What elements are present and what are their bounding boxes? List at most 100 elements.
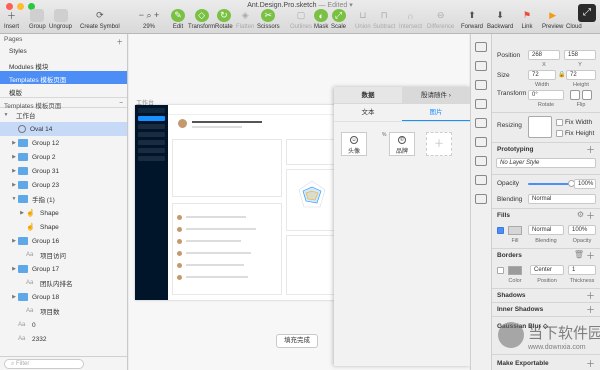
settings-icon[interactable]: [475, 194, 487, 204]
link-button[interactable]: ⚑ Link: [520, 9, 534, 30]
position-y-field[interactable]: 158: [564, 50, 596, 60]
flatten-button[interactable]: ◈ Flatten: [236, 9, 254, 30]
plugin-icon[interactable]: [475, 137, 487, 147]
layer-row[interactable]: Aa 项目访问: [0, 248, 127, 262]
disclosure-closed-icon[interactable]: ▶: [10, 154, 18, 160]
layer-row[interactable]: ☝ Shape: [0, 220, 127, 234]
border-color-swatch[interactable]: [508, 266, 522, 275]
collapse-layers-icon[interactable]: −: [119, 100, 123, 107]
union-button[interactable]: ⊔ Union: [355, 9, 371, 30]
fill-color-swatch[interactable]: [508, 226, 522, 235]
blending-select[interactable]: Normal: [528, 194, 596, 204]
disclosure-closed-icon[interactable]: ▶: [10, 168, 18, 174]
disclosure-closed-icon[interactable]: ▶: [10, 294, 18, 300]
page-item[interactable]: Modules 模块: [0, 58, 127, 71]
border-thickness-field[interactable]: 1: [568, 265, 596, 275]
fix-height-checkbox[interactable]: [556, 130, 563, 137]
artboard-dashboard[interactable]: [135, 105, 342, 300]
scissors-button[interactable]: ✂ Scissors: [257, 9, 280, 30]
avatar-image-tile[interactable]: ☺ 头像: [341, 132, 367, 156]
layer-row[interactable]: ▶ Group 17: [0, 262, 127, 276]
subtract-button[interactable]: ⊓ Subtract: [373, 9, 395, 30]
layer-row[interactable]: ▶ Group 16: [0, 234, 127, 248]
layer-row[interactable]: Aa 项目数: [0, 304, 127, 318]
scale-button[interactable]: ⤢ Scale: [331, 9, 346, 30]
disclosure-open-icon[interactable]: ▼: [2, 112, 10, 118]
symbol-icon[interactable]: [475, 61, 487, 71]
disclosure-closed-icon[interactable]: ▶: [10, 182, 18, 188]
layer-row[interactable]: ▼ 工作台: [0, 108, 127, 122]
align-icon[interactable]: [475, 42, 487, 52]
border-enabled-checkbox[interactable]: [497, 267, 504, 274]
add-prototype-plus-icon[interactable]: ＋: [586, 143, 595, 156]
height-field[interactable]: 72: [566, 70, 596, 80]
layer-style-select[interactable]: No Layer Style: [496, 158, 596, 168]
create-symbol-button[interactable]: ⟳ Create Symbol: [80, 9, 120, 30]
add-page-plus-icon[interactable]: ＋: [117, 36, 124, 46]
layer-row[interactable]: Aa 0: [0, 318, 127, 332]
lock-ratio-icon[interactable]: 🔒: [558, 71, 565, 78]
edit-button[interactable]: ✎ Edit: [171, 9, 185, 30]
page-item[interactable]: 模版: [0, 84, 127, 97]
data-icon[interactable]: [475, 156, 487, 166]
page-item[interactable]: Styles: [0, 45, 127, 58]
disclosure-closed-icon[interactable]: ▶: [18, 210, 26, 216]
layer-styles-icon[interactable]: [475, 99, 487, 109]
add-inner-shadow-plus-icon[interactable]: ＋: [586, 303, 595, 316]
filter-input[interactable]: ⌕ Filter: [4, 359, 84, 369]
text-styles-icon[interactable]: [475, 80, 487, 90]
fix-width-checkbox[interactable]: [556, 119, 563, 126]
disclosure-closed-icon[interactable]: ▶: [10, 266, 18, 272]
add-shadow-plus-icon[interactable]: ＋: [586, 289, 595, 302]
components-icon[interactable]: [475, 118, 487, 128]
delete-border-icon[interactable]: 🗑: [574, 250, 584, 259]
opacity-field[interactable]: 100%: [574, 179, 596, 189]
layer-row[interactable]: ▶ Group 31: [0, 164, 127, 178]
zoom-control[interactable]: − ⌕ + 29%: [136, 9, 162, 30]
tab-other[interactable]: 殷请随件 ›: [402, 87, 470, 103]
brand-image-tile[interactable]: © 品牌: [389, 132, 415, 156]
add-border-plus-icon[interactable]: ＋: [586, 249, 595, 262]
difference-button[interactable]: ⊖ Difference: [427, 9, 454, 30]
mask-button[interactable]: ◐ Mask: [314, 9, 328, 30]
outlines-button[interactable]: ▢ Outlines: [290, 9, 312, 30]
layer-row[interactable]: ▶ Group 12: [0, 136, 127, 150]
subtab-image[interactable]: 图片: [402, 104, 470, 121]
border-position-select[interactable]: Center: [530, 265, 564, 275]
fullscreen-icon[interactable]: ⤢: [578, 4, 596, 22]
intersect-button[interactable]: ∩ Intersect: [399, 9, 422, 31]
rotate-field[interactable]: 0°: [528, 90, 564, 100]
add-image-tile[interactable]: ＋: [426, 132, 452, 156]
document-status[interactable]: — Edited ▾: [318, 2, 352, 9]
layer-row[interactable]: ▶ ☝ Shape: [0, 206, 127, 220]
layer-row[interactable]: ▶ Group 18: [0, 290, 127, 304]
resizing-widget[interactable]: [528, 116, 552, 138]
add-fill-plus-icon[interactable]: ＋: [586, 209, 595, 222]
width-field[interactable]: 72: [528, 70, 556, 80]
subtab-text[interactable]: 文本: [334, 104, 402, 121]
layer-row[interactable]: ▼ 手指 (1): [0, 192, 127, 206]
position-x-field[interactable]: 268: [528, 50, 560, 60]
tab-data[interactable]: 数据: [334, 87, 402, 103]
disclosure-closed-icon[interactable]: ▶: [10, 238, 18, 244]
group-button[interactable]: Group: [29, 9, 46, 30]
transform-button[interactable]: ◇ Transform: [188, 9, 215, 30]
disclosure-open-icon[interactable]: ▼: [10, 196, 18, 202]
forward-button[interactable]: ⬆ Forward: [461, 9, 483, 30]
flip-horizontal-icon[interactable]: [570, 90, 580, 100]
ungroup-button[interactable]: Ungroup: [49, 9, 72, 30]
opacity-slider[interactable]: [528, 180, 575, 187]
layer-row[interactable]: ▶ Group 2: [0, 150, 127, 164]
fill-done-button[interactable]: 填充完成: [276, 334, 318, 348]
layer-row[interactable]: Aa 2332: [0, 332, 127, 346]
backward-button[interactable]: ⬇ Backward: [487, 9, 513, 30]
flip-vertical-icon[interactable]: [582, 90, 592, 100]
layer-row[interactable]: Oval 14: [0, 122, 127, 136]
fill-blending-select[interactable]: Normal: [528, 225, 564, 235]
fill-opacity-field[interactable]: 100%: [568, 225, 596, 235]
preview-button[interactable]: ▶ Preview: [542, 9, 563, 30]
fills-settings-icon[interactable]: ⚙: [577, 210, 584, 219]
disclosure-closed-icon[interactable]: ▶: [10, 140, 18, 146]
image-icon[interactable]: [475, 175, 487, 185]
page-item[interactable]: Templates 模板页面: [0, 71, 127, 84]
